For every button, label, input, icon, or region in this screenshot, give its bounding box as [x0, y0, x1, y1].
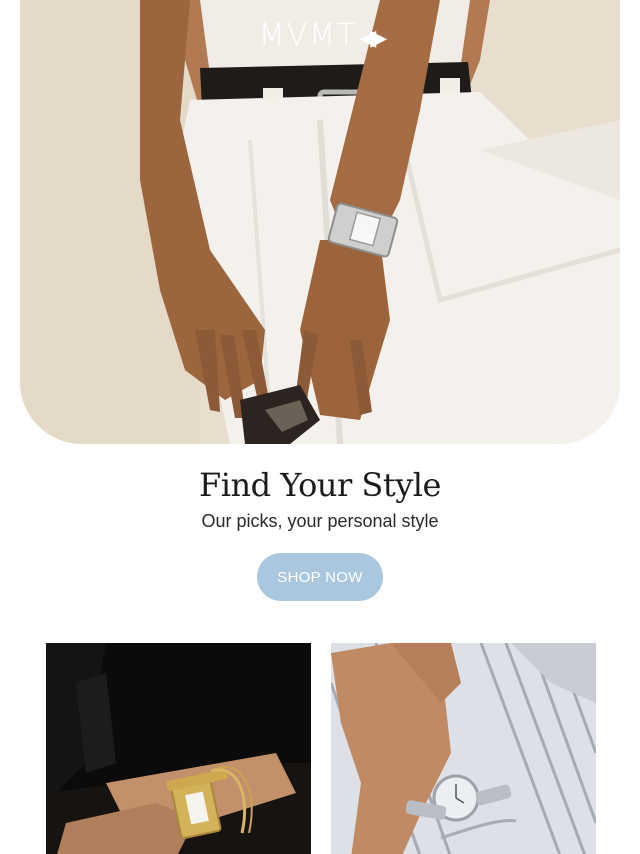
- brand-logo-text: MVMT: [258, 18, 358, 53]
- shop-now-button[interactable]: SHOP NOW: [257, 553, 383, 601]
- email-page: MVMT◀▶ Find Your Style Our picks, your p…: [0, 0, 640, 854]
- brand-logo[interactable]: MVMT◀▶: [20, 18, 620, 53]
- hero-image[interactable]: MVMT◀▶: [20, 0, 620, 444]
- hero-illustration: [20, 0, 620, 444]
- promo-headline: Find Your Style: [199, 466, 441, 504]
- gold-watch-illustration: [46, 643, 311, 854]
- silver-watch-tile[interactable]: [331, 643, 596, 854]
- gold-watch-tile[interactable]: [46, 643, 311, 854]
- brand-logo-mark: ◀▶: [359, 26, 387, 51]
- promo-subheadline: Our picks, your personal style: [201, 511, 439, 531]
- silver-watch-illustration: [331, 643, 596, 854]
